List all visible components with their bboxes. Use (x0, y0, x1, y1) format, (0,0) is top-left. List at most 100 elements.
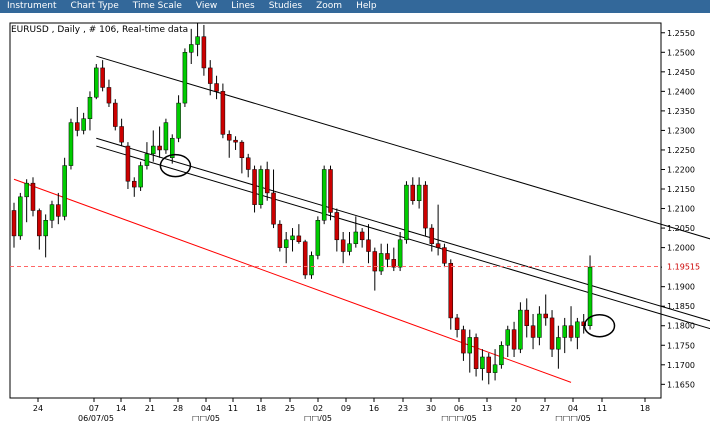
candle-body (195, 36, 200, 45)
menu-item-studies[interactable]: Studies (262, 0, 309, 13)
x-tick-label: 24 (33, 404, 43, 413)
x-tick-label: 23 (398, 404, 408, 413)
y-tick-label: 1.1800 (667, 322, 695, 331)
y-tick-label: 1.1850 (667, 302, 695, 311)
candle-body (315, 220, 321, 256)
price-chart[interactable]: 1.2550 1.2500 1.2450 1.2400 1.2350 1.2300 1.22… (0, 13, 710, 423)
candle-body (157, 145, 162, 151)
candle-body (391, 259, 397, 268)
candle-body (454, 317, 460, 330)
candle-body (492, 364, 498, 373)
candle-body (499, 345, 504, 366)
y-tick-label: 1.2450 (667, 68, 695, 77)
candle-body (18, 196, 23, 237)
current-price-label: 1.19515 (667, 263, 700, 272)
candle-body (302, 241, 308, 276)
candle-body (328, 169, 333, 213)
candle-body (480, 356, 485, 369)
candle-body (62, 165, 67, 217)
x-month-label: 06/07/05 (78, 414, 114, 421)
candle-body (359, 231, 365, 241)
candle-body (283, 239, 289, 248)
x-tick-label: 30 (426, 404, 436, 413)
y-tick-label: 1.2550 (667, 29, 695, 38)
candle-body (119, 126, 124, 143)
y-tick-label: 1.2400 (667, 87, 695, 96)
y-tick-label: 1.1900 (667, 283, 695, 292)
candle-body (37, 210, 42, 237)
candle-body (81, 118, 86, 131)
y-tick-label: 1.2050 (667, 224, 695, 233)
candle-body (258, 169, 264, 205)
menu-item-zoom[interactable]: Zoom (309, 0, 349, 13)
candle-body (347, 243, 352, 252)
candle-body (562, 325, 567, 338)
candle-body (461, 329, 466, 354)
candle-body (410, 184, 416, 201)
menu-item-help[interactable]: Help (349, 0, 384, 13)
chart-area[interactable]: 1.2550 1.2500 1.2450 1.2400 1.2350 1.2300 1.22… (0, 13, 710, 423)
menu-item-chart-type[interactable]: Chart Type (64, 0, 126, 13)
y-tick-label: 1.1650 (667, 380, 695, 389)
x-month-label: □□/05 (304, 414, 332, 421)
x-tick-label: 04 (201, 404, 211, 413)
y-tick-label: 1.2100 (667, 205, 695, 214)
menu-item-instrument[interactable]: Instrument (0, 0, 64, 13)
x-month-label: □□□/05 (555, 414, 591, 421)
menu-bar: Instrument Chart Type Time Scale View Lines S… (0, 0, 710, 13)
candle-body (75, 122, 80, 131)
candle-body (264, 169, 270, 194)
candle-body (378, 253, 384, 272)
candle-body (575, 321, 580, 338)
candle-body (163, 122, 169, 151)
x-tick-label: 18 (640, 404, 650, 413)
y-tick-label: 1.2500 (667, 48, 695, 57)
candle-body (30, 182, 36, 211)
menu-item-view[interactable]: View (189, 0, 224, 13)
candle-body (435, 243, 441, 248)
candle-body (151, 145, 156, 155)
candle-body (252, 169, 257, 205)
candle-body (87, 96, 93, 119)
x-tick-label: 11 (228, 404, 238, 413)
candle-body (245, 157, 251, 170)
candle-body (473, 337, 479, 369)
candle-body (125, 145, 131, 182)
candle-body (321, 169, 327, 221)
candle-body (505, 329, 510, 346)
candle-body (366, 239, 371, 252)
candle-body (353, 231, 359, 244)
candle-body (524, 309, 529, 326)
candle-body (43, 220, 48, 237)
candle-body (94, 67, 99, 98)
candle-body (556, 337, 561, 350)
candle-body (138, 165, 143, 188)
candle-body (239, 141, 245, 159)
x-tick-label: 11 (597, 404, 607, 413)
candle-body (113, 102, 118, 127)
y-tick-label: 1.2150 (667, 185, 695, 194)
y-tick-label: 1.2350 (667, 107, 695, 116)
menu-item-time-scale[interactable]: Time Scale (126, 0, 189, 13)
candle-body (296, 235, 302, 242)
y-tick-label: 1.2250 (667, 146, 695, 155)
x-tick-label: 04 (568, 404, 578, 413)
candle-body (290, 235, 295, 241)
candle-body (68, 122, 74, 166)
candle-body (423, 184, 428, 229)
x-tick-label: 16 (369, 404, 379, 413)
y-tick-label: 1.2000 (667, 244, 695, 253)
x-tick-label: 14 (116, 404, 126, 413)
candle-body (385, 253, 390, 260)
candle-body (132, 180, 137, 188)
candle-body (549, 317, 555, 350)
candle-body (537, 313, 542, 338)
menu-item-lines[interactable]: Lines (224, 0, 261, 13)
candle-body (309, 255, 314, 276)
x-axis: 24 07 14 21 28 04 11 18 25 02 09 16 23 30 06 13 20 27 04 11… (33, 398, 650, 423)
chart-title: EURUSD , Daily , # 106, Real-time data (11, 25, 189, 35)
candle-body (511, 329, 517, 350)
chart-frame (9, 22, 662, 399)
x-tick-label: 07 (89, 404, 99, 413)
y-tick-label: 1.1750 (667, 341, 695, 350)
